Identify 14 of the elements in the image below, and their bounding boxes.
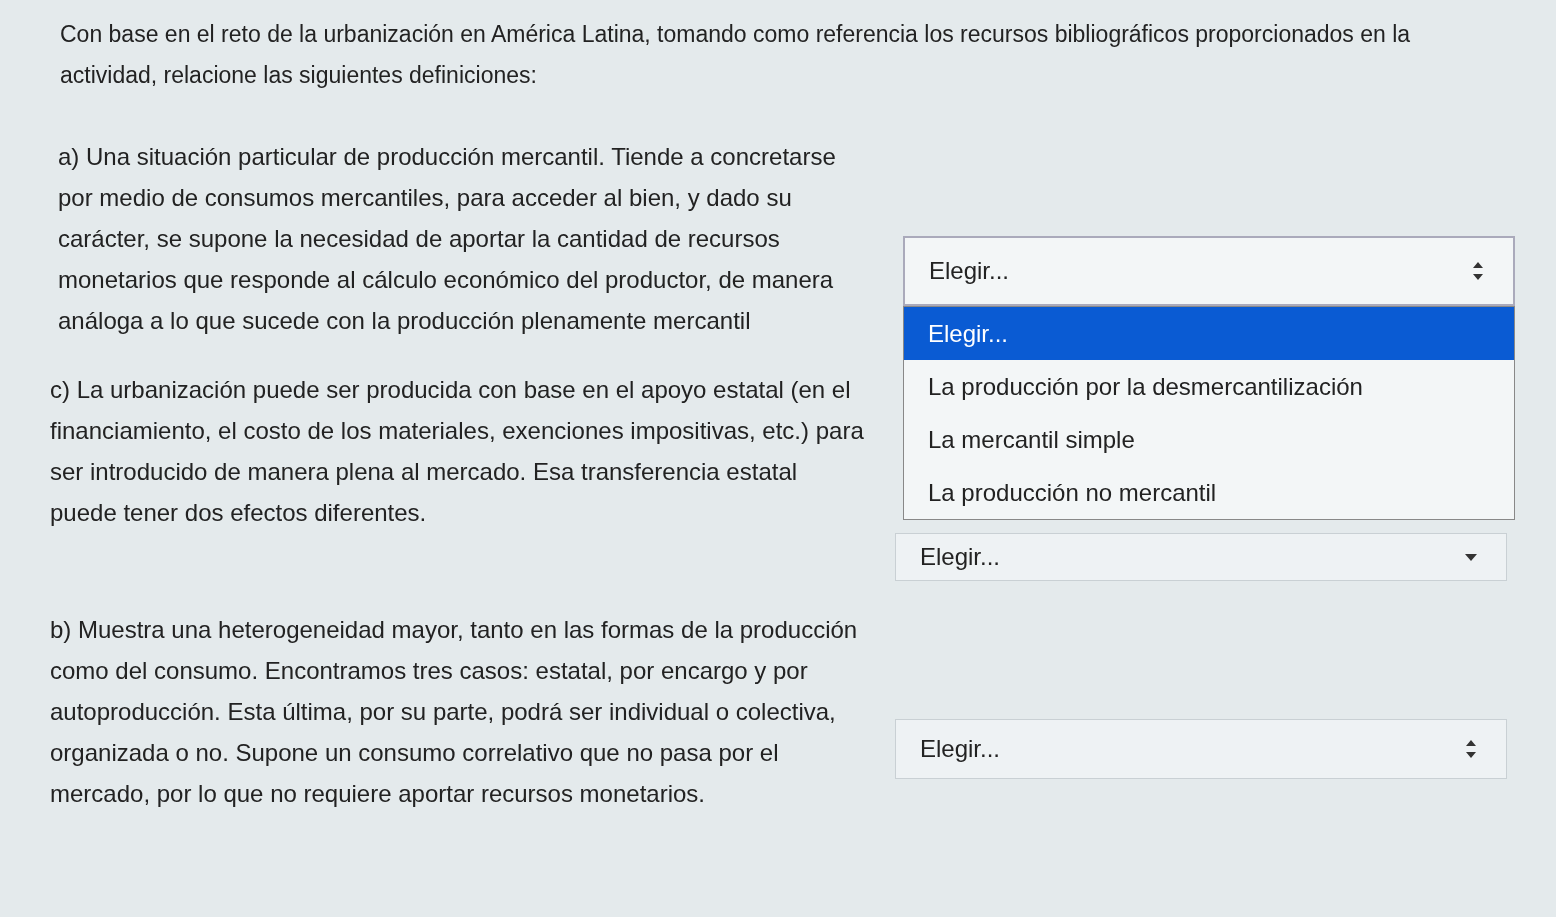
select-dropdown[interactable]: Elegir...: [903, 236, 1515, 306]
instructions-text: Con base en el reto de la urbanización en América Latina, tomando como referencia los recursos bibliográficos proporcionados en la actividad, relacione las siguientes definiciones:: [60, 20, 1412, 90]
select-dropdown[interactable]: Elegir...: [895, 533, 1507, 581]
dropdown-option[interactable]: La mercantil simple: [904, 413, 1514, 466]
sort-arrows-icon: [1471, 260, 1485, 282]
dropdown-option[interactable]: La producción no mercantil: [904, 466, 1514, 519]
definition-text: c) La urbanización puede ser producida con base en el apoyo estatal (en el financiamiento, el costo de los materiales, exenciones impositivas, etc.) para ser introducido de manera plena al mercado. Esa transferencia estatal puede tener dos efectos diferentes.: [50, 375, 865, 528]
definition-text: b) Muestra una heterogeneidad mayor, tanto en las formas de la producción como del consumo. Encontramos tres casos: estatal, por encargo y por autoproducción. Esta última, por su parte, podrá ser individual o colectiva, organizada o no. Supone un consumo correlativo que no pasa por el mercado, por lo que no requiere aportar recursos monetarios.: [50, 615, 859, 809]
definition-text: a) Una situación particular de producción mercantil. Tiende a concretarse por medio de consumos mercantiles, para acceder al bien, y dado su carácter, se supone la necesidad de aportar la cantidad de recursos monetarios que responde al cálculo económico del productor, de manera análoga a lo que sucede con la producción plenamente mercantil: [57, 142, 837, 336]
caret-icon: [1464, 552, 1478, 562]
dropdown-option[interactable]: Elegir...: [904, 307, 1514, 360]
dropdown-option[interactable]: La producción por la desmercantilización: [904, 360, 1514, 413]
sort-arrows-icon: [1464, 738, 1478, 760]
select-dropdown[interactable]: Elegir...: [895, 719, 1507, 779]
